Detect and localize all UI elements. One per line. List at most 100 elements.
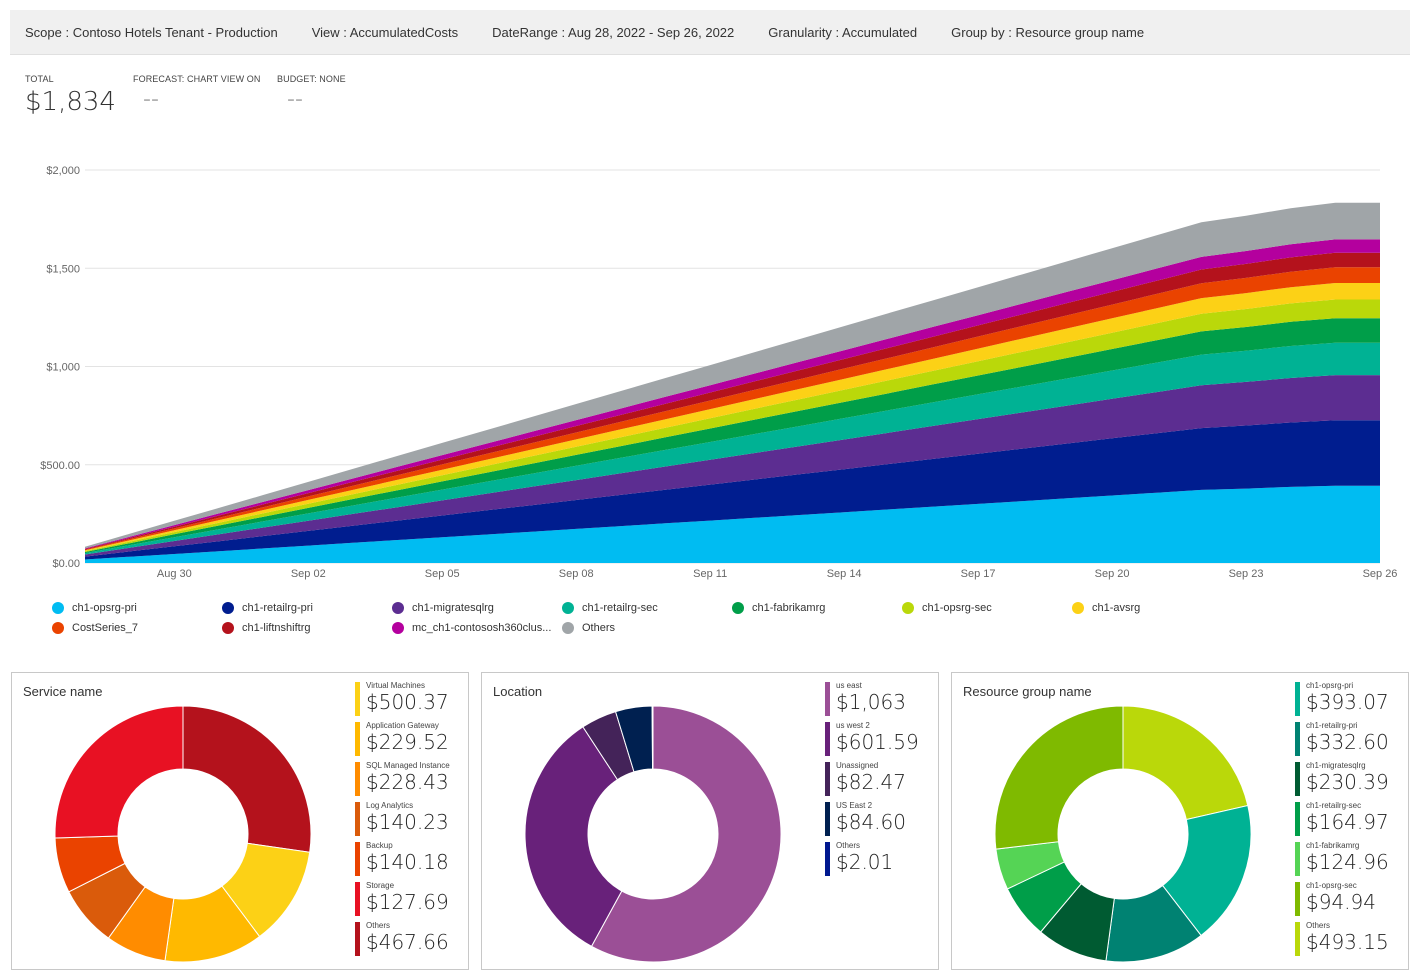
x-tick-label: Sep 14 — [827, 568, 862, 580]
color-bar — [825, 762, 830, 796]
list-item-ch1-opsrg-pri[interactable]: ch1-opsrg-pri $393.07 — [1295, 681, 1389, 721]
date-range-pill[interactable]: DateRange : Aug 28, 2022 - Sep 26, 2022 — [492, 25, 734, 40]
rg-list: ch1-opsrg-pri $393.07 ch1-retailrg-pri $332… — [1295, 681, 1389, 961]
total-value: $1,834 — [25, 87, 116, 117]
list-item-others[interactable]: Others $493.15 — [1295, 921, 1389, 961]
color-bar — [825, 682, 830, 716]
accumulated-cost-area-chart[interactable]: $0.00 $500.00 $1,000 $1,500 $2,000 Aug 30 Sep … — [0, 150, 1420, 590]
scope-pill[interactable]: Scope : Contoso Hotels Tenant - Producti… — [25, 25, 278, 40]
donut-slice-others[interactable] — [651, 705, 654, 770]
color-bar — [825, 842, 830, 876]
total-label: TOTAL — [25, 74, 54, 84]
x-tick-label: Sep 17 — [961, 568, 996, 580]
list-item-log-analytics[interactable]: Log Analytics $140.23 — [355, 801, 450, 841]
service-name-panel: Service name Virtual Machines $500.37 Appl… — [11, 672, 469, 970]
list-item-amount: $82.47 — [836, 770, 906, 794]
y-tick-label: $500.00 — [40, 460, 80, 472]
list-item-ch1-migratesqlrg[interactable]: ch1-migratesqlrg $230.39 — [1295, 761, 1389, 801]
location-donut-chart[interactable] — [482, 703, 822, 965]
color-bar — [355, 762, 360, 796]
list-item-ch1-fabrikamrg[interactable]: ch1-fabrikamrg $124.96 — [1295, 841, 1389, 881]
list-item-ch1-opsrg-sec[interactable]: ch1-opsrg-sec $94.94 — [1295, 881, 1389, 921]
list-item-us-west-2[interactable]: us west 2 $601.59 — [825, 721, 919, 761]
color-bar — [355, 882, 360, 916]
budget-kpi: BUDGET: NONE -- — [277, 74, 346, 112]
list-item-amount: $94.94 — [1306, 890, 1376, 914]
legend-item-ch1-opsrg-pri[interactable]: ch1-opsrg-pri — [52, 602, 137, 614]
granularity-pill[interactable]: Granularity : Accumulated — [768, 25, 917, 40]
list-item-unassigned[interactable]: Unassigned $82.47 — [825, 761, 919, 801]
x-tick-label: Sep 05 — [425, 568, 460, 580]
legend-item-ch1-retailrg-pri[interactable]: ch1-retailrg-pri — [222, 602, 313, 614]
list-item-amount: $601.59 — [836, 730, 919, 754]
service-donut-chart[interactable] — [12, 703, 352, 965]
legend-item-others[interactable]: Others — [562, 622, 615, 634]
resource-group-panel: Resource group name ch1-opsrg-pri $393.07… — [951, 672, 1409, 970]
list-item-amount: $140.18 — [366, 850, 449, 874]
color-bar — [355, 802, 360, 836]
list-item-storage[interactable]: Storage $127.69 — [355, 881, 450, 921]
list-item-virtual-machines[interactable]: Virtual Machines $500.37 — [355, 681, 450, 721]
color-bar — [355, 842, 360, 876]
list-item-amount: $228.43 — [366, 770, 449, 794]
list-item-backup[interactable]: Backup $140.18 — [355, 841, 450, 881]
rg-panel-title: Resource group name — [963, 684, 1092, 699]
legend-label: ch1-fabrikamrg — [752, 602, 826, 614]
x-tick-label: Aug 30 — [157, 568, 192, 580]
legend-label: ch1-liftnshiftrg — [242, 622, 311, 634]
legend-label: ch1-opsrg-sec — [922, 602, 992, 614]
legend-swatch-icon — [52, 622, 64, 634]
x-tick-label: Sep 23 — [1229, 568, 1264, 580]
legend-swatch-icon — [1072, 602, 1084, 614]
y-tick-label: $1,000 — [46, 362, 80, 374]
area-series-group — [85, 202, 1380, 563]
color-bar — [1295, 802, 1300, 836]
resource-group-donut-chart[interactable] — [952, 703, 1292, 965]
list-item-amount: $124.96 — [1306, 850, 1389, 874]
y-tick-label: $0.00 — [52, 558, 80, 570]
list-item-others[interactable]: Others $2.01 — [825, 841, 919, 881]
list-item-amount: $1,063 — [836, 690, 906, 714]
location-list: us east $1,063 us west 2 $601.59 Unassigned $… — [825, 681, 919, 881]
list-item-amount: $84.60 — [836, 810, 906, 834]
legend-label: ch1-opsrg-pri — [72, 602, 137, 614]
legend-item-costseries-7[interactable]: CostSeries_7 — [52, 622, 138, 634]
legend-item-ch1-migratesqlrg[interactable]: ch1-migratesqlrg — [392, 602, 494, 614]
color-bar — [355, 722, 360, 756]
donut-slice-ch1-opsrg-pri[interactable] — [1122, 705, 1249, 821]
service-list: Virtual Machines $500.37 Application Gatew… — [355, 681, 450, 961]
donut-slice-others[interactable] — [54, 705, 184, 839]
color-bar — [825, 802, 830, 836]
list-item-ch1-retailrg-sec[interactable]: ch1-retailrg-sec $164.97 — [1295, 801, 1389, 841]
color-bar — [1295, 682, 1300, 716]
color-bar — [355, 682, 360, 716]
legend-item-ch1-avsrg[interactable]: ch1-avsrg — [1072, 602, 1140, 614]
legend-item-ch1-fabrikamrg[interactable]: ch1-fabrikamrg — [732, 602, 825, 614]
legend-label: mc_ch1-contososh360clus... — [412, 622, 552, 634]
list-item-amount: $393.07 — [1306, 690, 1389, 714]
list-item-amount: $493.15 — [1306, 930, 1389, 954]
legend-item-ch1-liftnshiftrg[interactable]: ch1-liftnshiftrg — [222, 622, 310, 634]
legend-label: CostSeries_7 — [72, 622, 139, 634]
legend-item-mc-ch1-contososh360clus[interactable]: mc_ch1-contososh360clus... — [392, 622, 551, 634]
group-by-pill[interactable]: Group by : Resource group name — [951, 25, 1144, 40]
color-bar — [1295, 842, 1300, 876]
list-item-us-east[interactable]: us east $1,063 — [825, 681, 919, 721]
list-item-application-gateway[interactable]: Application Gateway $229.52 — [355, 721, 450, 761]
x-tick-label: Sep 11 — [693, 568, 727, 580]
legend-item-ch1-retailrg-sec[interactable]: ch1-retailrg-sec — [562, 602, 658, 614]
view-pill[interactable]: View : AccumulatedCosts — [312, 25, 458, 40]
legend-label: Others — [582, 622, 616, 634]
donut-slice-others[interactable] — [994, 705, 1124, 850]
legend-label: ch1-retailrg-sec — [582, 602, 658, 614]
donut-slice-virtual-machines[interactable] — [182, 705, 312, 853]
list-item-amount: $164.97 — [1306, 810, 1389, 834]
color-bar — [1295, 762, 1300, 796]
list-item-others[interactable]: Others $467.66 — [355, 921, 450, 961]
color-bar — [825, 722, 830, 756]
list-item-sql-managed-instance[interactable]: SQL Managed Instance $228.43 — [355, 761, 450, 801]
list-item-ch1-retailrg-pri[interactable]: ch1-retailrg-pri $332.60 — [1295, 721, 1389, 761]
budget-value: -- — [287, 87, 303, 112]
legend-item-ch1-opsrg-sec[interactable]: ch1-opsrg-sec — [902, 602, 992, 614]
list-item-us-east-2[interactable]: US East 2 $84.60 — [825, 801, 919, 841]
